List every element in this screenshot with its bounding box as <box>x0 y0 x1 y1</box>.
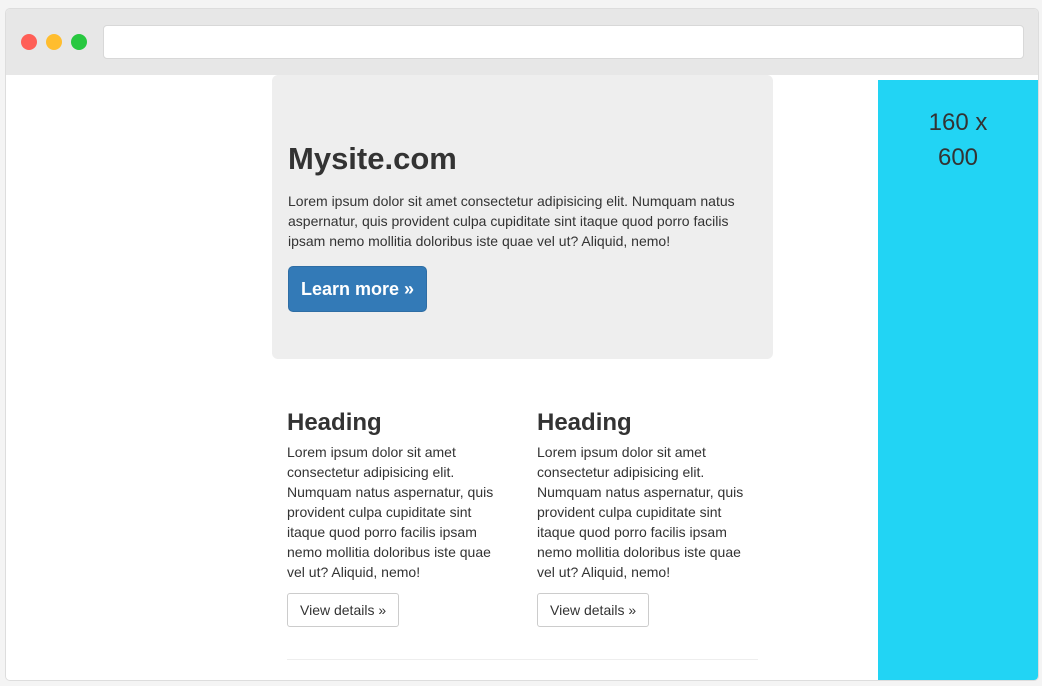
site-title: Mysite.com <box>288 141 457 176</box>
advertisement-size-line-2: 600 <box>937 144 979 171</box>
feature-heading: Heading <box>287 409 382 436</box>
feature-description: Lorem ipsum dolor sit amet consectetur a… <box>287 444 494 580</box>
feature-column-left: Heading Lorem ipsum dolor sit amet conse… <box>287 408 505 627</box>
address-bar[interactable] <box>103 25 1024 59</box>
feature-column-right: Heading Lorem ipsum dolor sit amet conse… <box>537 408 755 627</box>
advertisement-banner[interactable]: 160 x 600 <box>878 80 1038 680</box>
browser-toolbar <box>6 9 1038 75</box>
page-content: Mysite.com Lorem ipsum dolor sit amet co… <box>6 75 1038 680</box>
minimize-window-icon[interactable] <box>46 34 62 50</box>
browser-window: Mysite.com Lorem ipsum dolor sit amet co… <box>5 8 1039 681</box>
section-divider <box>287 659 758 660</box>
maximize-window-icon[interactable] <box>71 34 87 50</box>
learn-more-button[interactable]: Learn more » <box>288 266 427 312</box>
advertisement-size-line-1: 160 x <box>928 109 988 136</box>
feature-heading: Heading <box>537 409 632 436</box>
feature-description: Lorem ipsum dolor sit amet consectetur a… <box>537 444 744 580</box>
jumbotron-description: Lorem ipsum dolor sit amet consectetur a… <box>288 193 735 249</box>
close-window-icon[interactable] <box>21 34 37 50</box>
view-details-button[interactable]: View details » <box>537 593 650 627</box>
jumbotron: Mysite.com Lorem ipsum dolor sit amet co… <box>272 75 773 359</box>
view-details-button[interactable]: View details » <box>287 593 400 627</box>
